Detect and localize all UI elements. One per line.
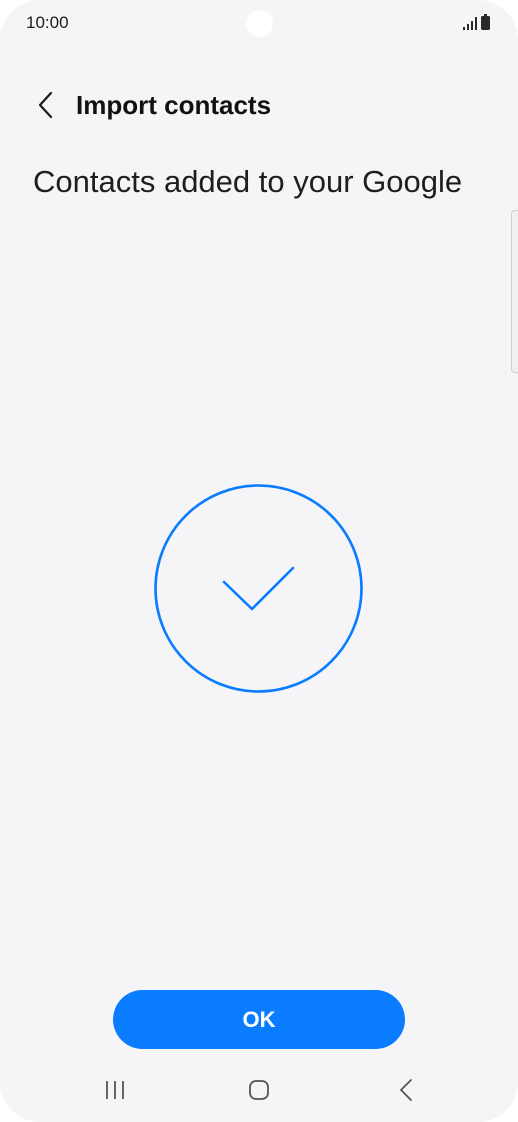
status-icons (463, 14, 490, 30)
checkmark-circle-icon (154, 484, 363, 693)
front-camera-cutout (246, 10, 273, 37)
back-icon (400, 1079, 412, 1101)
home-button[interactable] (244, 1074, 274, 1106)
result-message: Contacts added to your Google (33, 164, 463, 199)
import-contacts-screen: 10:00 Import contacts Contacts added to … (0, 0, 518, 1122)
recents-button[interactable] (101, 1074, 129, 1106)
recents-icon (106, 1081, 124, 1099)
ok-button[interactable]: OK (113, 990, 405, 1049)
status-time: 10:00 (26, 13, 69, 32)
battery-icon (481, 14, 490, 30)
page-title: Import contacts (76, 90, 272, 120)
signal-icon (463, 17, 477, 30)
home-icon (249, 1080, 269, 1100)
status-bar: 10:00 (0, 0, 518, 48)
back-button[interactable] (28, 86, 62, 124)
scroll-indicator[interactable] (511, 210, 518, 373)
nav-back-button[interactable] (392, 1074, 420, 1106)
chevron-left-icon (38, 91, 53, 119)
